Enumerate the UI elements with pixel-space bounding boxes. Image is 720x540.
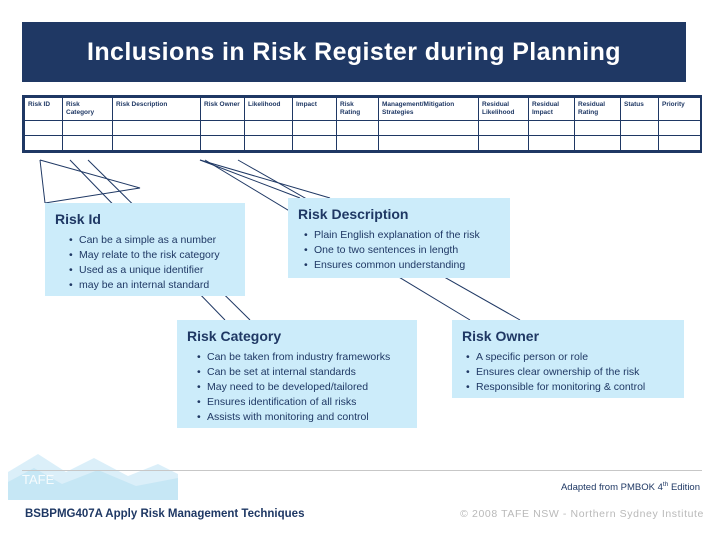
- callout-risk-id-heading: Risk Id: [55, 211, 101, 227]
- callout-risk-owner: Risk Owner A specific person or role Ens…: [452, 320, 684, 398]
- footer-source-main: Adapted from PMBOK 4: [560, 482, 663, 494]
- table-cell: [292, 135, 337, 152]
- table-cell: [62, 135, 113, 152]
- table-cell: [24, 120, 63, 137]
- table-cell: [528, 135, 575, 152]
- callout-risk-id-list: Can be a simple as a number May relate t…: [55, 233, 235, 293]
- callout-risk-owner-list: A specific person or role Ensures clear …: [462, 350, 674, 395]
- list-item: Ensures common understanding: [304, 258, 500, 273]
- list-item: Responsible for monitoring & control: [466, 380, 674, 395]
- slide-title-banner: Inclusions in Risk Register during Plann…: [22, 22, 686, 82]
- table-cell: [336, 120, 379, 137]
- column-header-risk-id: Risk ID: [24, 96, 63, 122]
- table-cell: [200, 120, 245, 137]
- table-cell: [62, 120, 113, 137]
- table-cell: [574, 135, 621, 152]
- table-cell: [658, 135, 701, 152]
- table-cell: [200, 135, 245, 152]
- list-item: may be an internal standard: [69, 278, 235, 293]
- table-cell: [112, 120, 201, 137]
- callout-risk-category-list: Can be taken from industry frameworks Ca…: [187, 350, 407, 425]
- list-item: Ensures identification of all risks: [197, 395, 407, 410]
- table-cell: [574, 120, 621, 137]
- table-cell: [528, 120, 575, 137]
- list-item: Ensures clear ownership of the risk: [466, 365, 674, 380]
- column-header-risk-category: Risk Category: [62, 96, 113, 122]
- table-cell: [292, 120, 337, 137]
- list-item: May relate to the risk category: [69, 248, 235, 263]
- callout-risk-description-list: Plain English explanation of the risk On…: [298, 228, 500, 273]
- table-cell: [378, 120, 479, 137]
- list-item: Used as a unique identifier: [69, 263, 235, 278]
- footer-divider: [22, 470, 702, 471]
- list-item: Plain English explanation of the risk: [304, 228, 500, 243]
- list-item: One to two sentences in length: [304, 243, 500, 258]
- column-header-management-mitigation-strategies: Management/Mitigation Strategies: [378, 96, 479, 122]
- column-header-residual-likelihood: Residual Likelihood: [478, 96, 529, 122]
- table-cell: [620, 120, 659, 137]
- table-cell: [378, 135, 479, 152]
- table-row: [24, 135, 701, 152]
- risk-register-table: Risk ID Risk Category Risk Description R…: [22, 95, 702, 154]
- page-title: Inclusions in Risk Register during Plann…: [87, 37, 621, 66]
- list-item: Assists with monitoring and control: [197, 410, 407, 425]
- footer-course-code: BSBPMG407A Apply Risk Management Techniq…: [25, 508, 305, 520]
- callout-risk-description-heading: Risk Description: [298, 206, 409, 222]
- list-item: Can be taken from industry frameworks: [197, 350, 407, 365]
- list-item: May need to be developed/tailored: [197, 380, 407, 395]
- column-header-likelihood: Likelihood: [244, 96, 293, 122]
- list-item: Can be a simple as a number: [69, 233, 235, 248]
- table-cell: [112, 135, 201, 152]
- column-header-priority: Priority: [658, 96, 701, 122]
- table-cell: [336, 135, 379, 152]
- column-header-risk-rating: Risk Rating: [336, 96, 379, 122]
- table-cell: [478, 135, 529, 152]
- table-cell: [478, 120, 529, 137]
- table-cell: [24, 135, 63, 152]
- table-header-row: Risk ID Risk Category Risk Description R…: [24, 96, 701, 122]
- table-cell: [658, 120, 701, 137]
- callout-risk-id: Risk Id Can be a simple as a number May …: [45, 203, 245, 296]
- column-header-status: Status: [620, 96, 659, 122]
- svg-text:TAFE: TAFE: [22, 472, 55, 487]
- list-item: Can be set at internal standards: [197, 365, 407, 380]
- callout-risk-owner-heading: Risk Owner: [462, 328, 540, 344]
- footer-copyright: © 2008 TAFE NSW - Northern Sydney Instit…: [460, 508, 704, 520]
- callout-risk-category: Risk Category Can be taken from industry…: [177, 320, 417, 428]
- column-header-residual-rating: Residual Rating: [574, 96, 621, 122]
- callout-risk-category-heading: Risk Category: [187, 328, 282, 344]
- column-header-impact: Impact: [292, 96, 337, 122]
- table-row: [24, 120, 701, 137]
- list-item: A specific person or role: [466, 350, 674, 365]
- column-header-residual-impact: Residual Impact: [528, 96, 575, 122]
- footer-source-tail: Edition: [668, 482, 700, 494]
- table-cell: [620, 135, 659, 152]
- footer-source-note: Adapted from PMBOK 4th Edition: [561, 481, 700, 493]
- column-header-risk-owner: Risk Owner: [200, 96, 245, 122]
- institute-logo: TAFE: [8, 454, 178, 500]
- column-header-risk-description: Risk Description: [112, 96, 201, 122]
- callout-risk-description: Risk Description Plain English explanati…: [288, 198, 510, 278]
- table-cell: [244, 135, 293, 152]
- table-cell: [244, 120, 293, 137]
